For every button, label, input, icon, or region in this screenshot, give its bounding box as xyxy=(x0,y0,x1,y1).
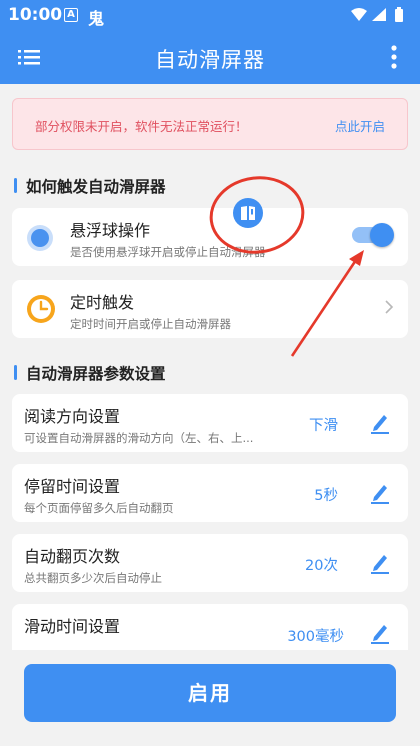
permission-warning-banner: 部分权限未开启，软件无法正常运行！ 点此开启 xyxy=(12,98,408,150)
more-vertical-icon[interactable] xyxy=(390,45,398,69)
status-time: 10:00 xyxy=(8,5,63,25)
warning-text: 部分权限未开启，软件无法正常运行！ xyxy=(35,119,248,134)
param-value: 300毫秒 xyxy=(287,629,344,645)
card-title: 悬浮球操作 xyxy=(70,221,151,240)
battery-icon xyxy=(395,7,403,22)
floating-ball-toggle[interactable] xyxy=(350,223,394,247)
floating-ball-icon xyxy=(27,225,53,251)
param-title: 滑动时间设置 xyxy=(24,617,121,636)
notification-a-icon: A xyxy=(64,8,78,22)
param-value: 下滑 xyxy=(309,418,338,434)
param-subtitle: 总共翻页多少次后自动停止 xyxy=(24,571,162,585)
card-subtitle: 定时时间开启或停止自动滑屏器 xyxy=(70,317,231,331)
timer-trigger-card[interactable]: 定时触发 定时时间开启或停止自动滑屏器 xyxy=(12,280,408,338)
clock-icon xyxy=(27,295,55,323)
toggle-knob xyxy=(370,223,394,247)
param-subtitle: 可设置自动滑屏器的滑动方向（左、右、上... xyxy=(24,431,254,445)
edit-icon[interactable] xyxy=(370,412,390,434)
param-value: 5秒 xyxy=(314,488,338,504)
edit-icon[interactable] xyxy=(370,482,390,504)
app-bar: 自动滑屏器 xyxy=(0,30,420,84)
param-title: 自动翻页次数 xyxy=(24,547,121,566)
wifi-icon xyxy=(351,8,367,21)
notification-app-icon: 鬼 xyxy=(88,9,105,28)
param-value: 20次 xyxy=(305,558,338,574)
section-title-trigger: 如何触发自动滑屏器 xyxy=(14,175,166,197)
param-card-stay-time[interactable]: 停留时间设置 每个页面停留多久后自动翻页 5秒 xyxy=(12,464,408,522)
enable-permission-link[interactable]: 点此开启 xyxy=(335,116,385,135)
param-subtitle: 每个页面停留多久后自动翻页 xyxy=(24,501,174,515)
param-title: 停留时间设置 xyxy=(24,477,121,496)
param-card-direction[interactable]: 阅读方向设置 可设置自动滑屏器的滑动方向（左、右、上... 下滑 xyxy=(12,394,408,452)
enable-button[interactable]: 启用 xyxy=(24,664,396,722)
param-title: 阅读方向设置 xyxy=(24,407,121,426)
page-title: 自动滑屏器 xyxy=(155,48,265,72)
floating-ball-setting-card[interactable]: 悬浮球操作 是否使用悬浮球开启或停止自动滑屏器 xyxy=(12,208,408,266)
signal-icon xyxy=(372,8,386,21)
edit-icon[interactable] xyxy=(370,622,390,644)
edit-icon[interactable] xyxy=(370,552,390,574)
floating-ball-overlay[interactable] xyxy=(233,198,263,228)
card-subtitle: 是否使用悬浮球开启或停止自动滑屏器 xyxy=(70,245,266,259)
status-bar: 10:00 A 鬼 xyxy=(0,0,420,30)
status-right-icons xyxy=(350,7,412,27)
param-card-page-count[interactable]: 自动翻页次数 总共翻页多少次后自动停止 20次 xyxy=(12,534,408,592)
chevron-right-icon xyxy=(385,300,394,314)
book-icon xyxy=(241,206,255,220)
card-title: 定时触发 xyxy=(70,293,135,312)
section-title-params: 自动滑屏器参数设置 xyxy=(14,362,166,384)
